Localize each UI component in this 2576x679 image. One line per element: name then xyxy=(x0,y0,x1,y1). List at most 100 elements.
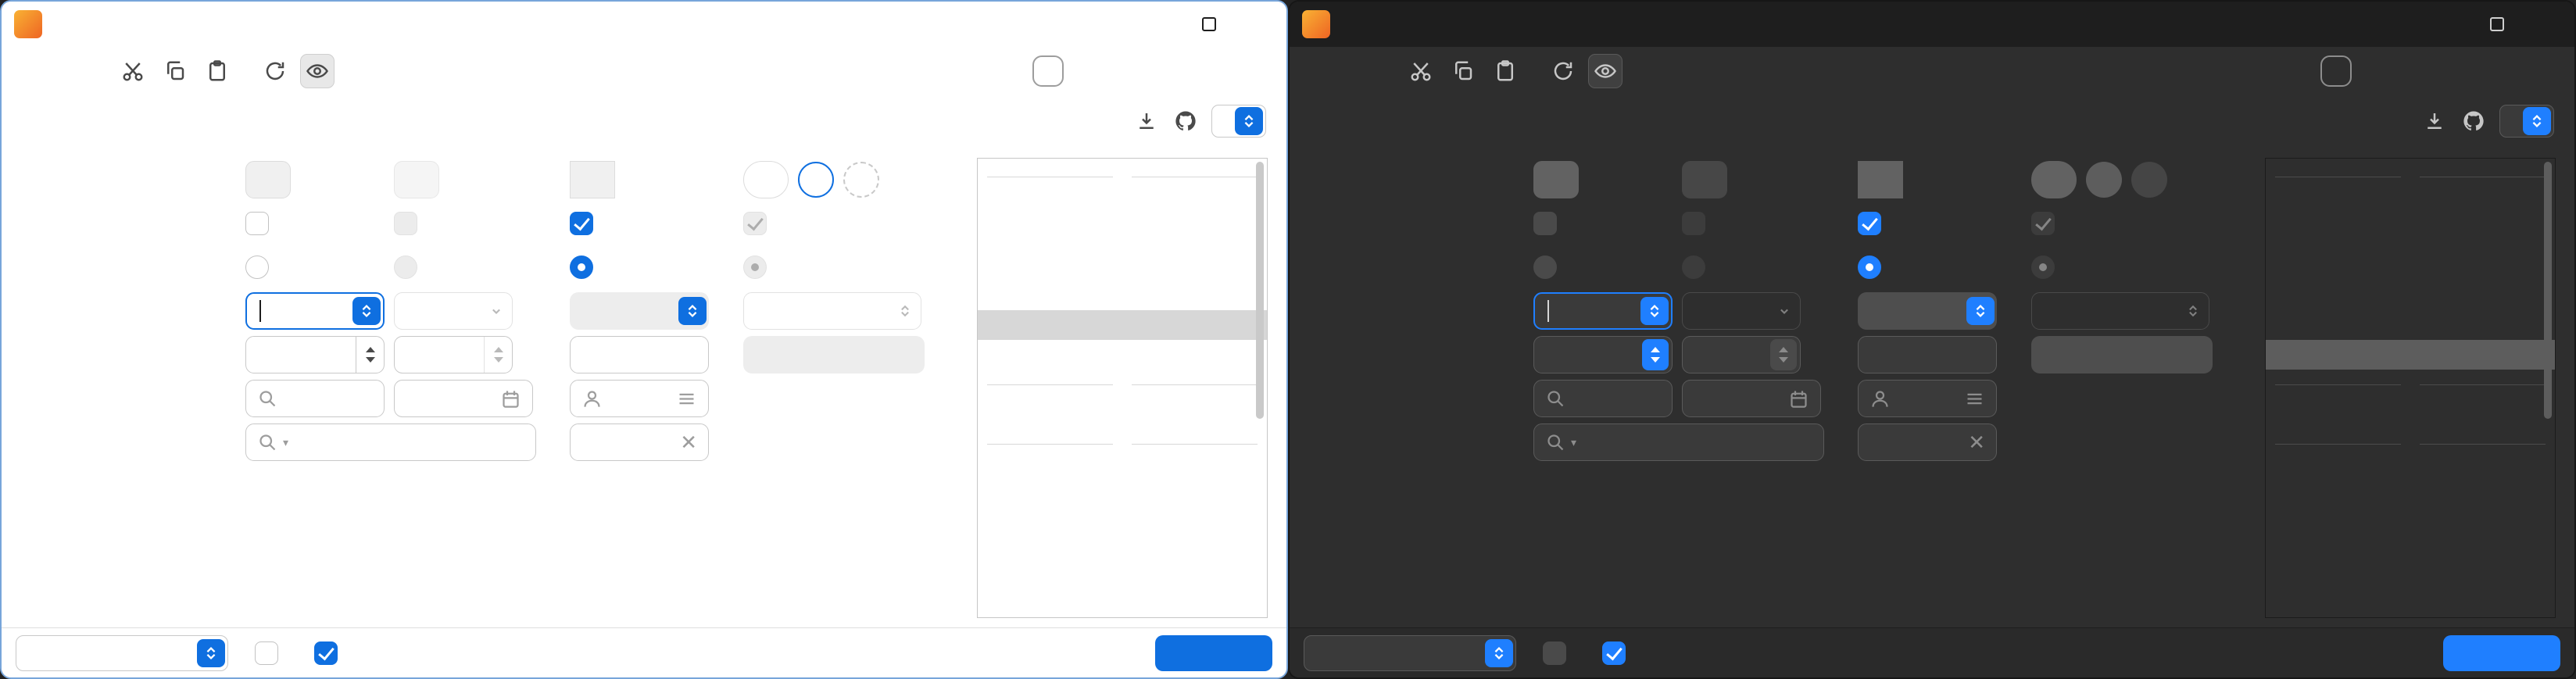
combobox-not-editable[interactable] xyxy=(1858,292,1997,330)
right-to-left-checkbox[interactable] xyxy=(255,641,288,665)
theme-item-arc-orange[interactable] xyxy=(978,488,1267,518)
forward-button[interactable] xyxy=(1346,54,1380,88)
theme-item-cobalt2[interactable] xyxy=(2266,607,2555,618)
right-to-left-checkbox[interactable] xyxy=(1543,641,1576,665)
spinner[interactable] xyxy=(245,336,385,373)
round-button[interactable] xyxy=(743,161,789,198)
arrow-up-icon[interactable] xyxy=(1651,347,1660,352)
combo-arrows-icon[interactable] xyxy=(1485,639,1513,667)
combo-arrows-icon[interactable] xyxy=(197,639,225,667)
enabled-checkbox[interactable] xyxy=(314,641,347,665)
combo-arrows-icon[interactable] xyxy=(678,297,707,325)
search-input[interactable] xyxy=(1533,380,1673,417)
close-button[interactable] xyxy=(2443,635,2560,671)
show-hidden-toggle[interactable] xyxy=(300,54,335,88)
theme-item-flatlaf-darcula[interactable] xyxy=(978,281,1267,310)
laf-combo[interactable] xyxy=(16,635,228,671)
radio-enabled[interactable] xyxy=(245,256,269,279)
accent-swatch-red[interactable] xyxy=(1140,59,1163,83)
theme-item-flatlaf-macos-dark[interactable] xyxy=(978,340,1267,370)
search-icon[interactable] xyxy=(257,432,278,453)
radio-selected[interactable] xyxy=(1858,256,1881,279)
titlebar[interactable] xyxy=(2,2,1286,47)
copy-button[interactable] xyxy=(158,54,192,88)
checkbox-icon[interactable] xyxy=(314,641,338,665)
enabled-button[interactable] xyxy=(1533,161,1579,198)
forward-button[interactable] xyxy=(58,54,92,88)
help-button[interactable] xyxy=(2086,162,2122,198)
combobox-editable[interactable] xyxy=(1533,292,1673,330)
theme-item-flatlaf-light[interactable] xyxy=(978,191,1267,221)
clear-icon[interactable]: ✕ xyxy=(1968,431,1985,455)
close-window-button[interactable] xyxy=(1235,2,1286,47)
refresh-button[interactable] xyxy=(258,54,292,88)
combobox-editable[interactable] xyxy=(245,292,385,330)
theme-item-arc-dark[interactable] xyxy=(978,518,1267,548)
checkbox-enabled[interactable] xyxy=(245,212,269,235)
back-button[interactable] xyxy=(16,54,50,88)
search-input[interactable] xyxy=(245,380,385,417)
search-options-input[interactable]: ▾ xyxy=(1533,423,1824,461)
square-button[interactable] xyxy=(1858,161,1903,198)
enabled-button[interactable] xyxy=(245,161,291,198)
textfield-editable[interactable] xyxy=(570,336,709,373)
theme-item-carbon[interactable] xyxy=(2266,577,2555,607)
accent-swatch-orange[interactable] xyxy=(1174,59,1197,83)
combobox-not-editable[interactable] xyxy=(570,292,709,330)
theme-item-flatlaf-macos-light[interactable] xyxy=(978,310,1267,340)
theme-item-flatlaf-dark[interactable] xyxy=(978,221,1267,251)
accent-swatch-green[interactable] xyxy=(2531,59,2554,83)
theme-item-arc-dark[interactable] xyxy=(2266,518,2555,548)
search-icon[interactable] xyxy=(1545,432,1566,453)
accent-swatch-blue-selected[interactable] xyxy=(2324,59,2348,83)
theme-item-arc-orange[interactable] xyxy=(2266,488,2555,518)
theme-item-cobalt2[interactable] xyxy=(978,607,1267,618)
enabled-checkbox[interactable] xyxy=(1602,641,1635,665)
help-button[interactable] xyxy=(798,162,834,198)
checkbox-enabled[interactable] xyxy=(1533,212,1557,235)
accent-swatch-green[interactable] xyxy=(1243,59,1266,83)
minimize-button[interactable] xyxy=(1132,2,1183,47)
paste-button[interactable] xyxy=(1488,54,1522,88)
maximize-button[interactable] xyxy=(1183,2,1235,47)
search-options-input[interactable]: ▾ xyxy=(245,423,536,461)
calendar-icon[interactable] xyxy=(500,388,521,409)
checkbox-icon[interactable] xyxy=(255,641,278,665)
radio-selected[interactable] xyxy=(570,256,593,279)
close-button[interactable] xyxy=(1155,635,1272,671)
user-input[interactable] xyxy=(570,380,709,417)
copy-button[interactable] xyxy=(1446,54,1480,88)
clearable-input[interactable]: ✕ xyxy=(1858,423,1997,461)
checkbox-selected[interactable] xyxy=(570,212,593,235)
combo-arrows-icon[interactable] xyxy=(352,297,381,325)
theme-item-flatlaf-light[interactable] xyxy=(2266,191,2555,221)
theme-item-demolaf[interactable] xyxy=(2266,399,2555,429)
checkbox-icon[interactable] xyxy=(1602,641,1626,665)
list-menu-icon[interactable] xyxy=(676,388,697,409)
combo-arrows-icon[interactable] xyxy=(1640,297,1669,325)
date-input[interactable] xyxy=(1682,380,1821,417)
accent-swatch-yellow[interactable] xyxy=(1208,59,1232,83)
accent-swatch-purple[interactable] xyxy=(1105,59,1129,83)
titlebar[interactable] xyxy=(1290,2,2574,47)
github-button[interactable] xyxy=(2460,108,2487,134)
combo-arrows-icon[interactable] xyxy=(1966,297,1995,325)
spinner[interactable] xyxy=(1533,336,1673,373)
minimize-button[interactable] xyxy=(2420,2,2471,47)
theme-item-flatlaf-darcula[interactable] xyxy=(2266,281,2555,310)
theme-item-arc[interactable] xyxy=(978,459,1267,488)
themes-scrollbar[interactable] xyxy=(1256,162,1264,419)
paste-button[interactable] xyxy=(200,54,234,88)
show-hidden-toggle[interactable] xyxy=(1588,54,1623,88)
theme-item-arc-dark-orange[interactable] xyxy=(2266,548,2555,577)
github-button[interactable] xyxy=(1172,108,1199,134)
theme-item-carbon[interactable] xyxy=(978,577,1267,607)
accent-swatch-blue[interactable] xyxy=(2359,59,2382,83)
arrow-down-icon[interactable] xyxy=(1651,357,1660,363)
accent-swatch-blue[interactable] xyxy=(1071,59,1094,83)
spinner-stepper[interactable] xyxy=(1642,339,1669,370)
themes-filter-combo[interactable] xyxy=(1211,105,1266,138)
user-input[interactable] xyxy=(1858,380,1997,417)
laf-combo[interactable] xyxy=(1304,635,1516,671)
download-themes-button[interactable] xyxy=(1133,108,1160,134)
